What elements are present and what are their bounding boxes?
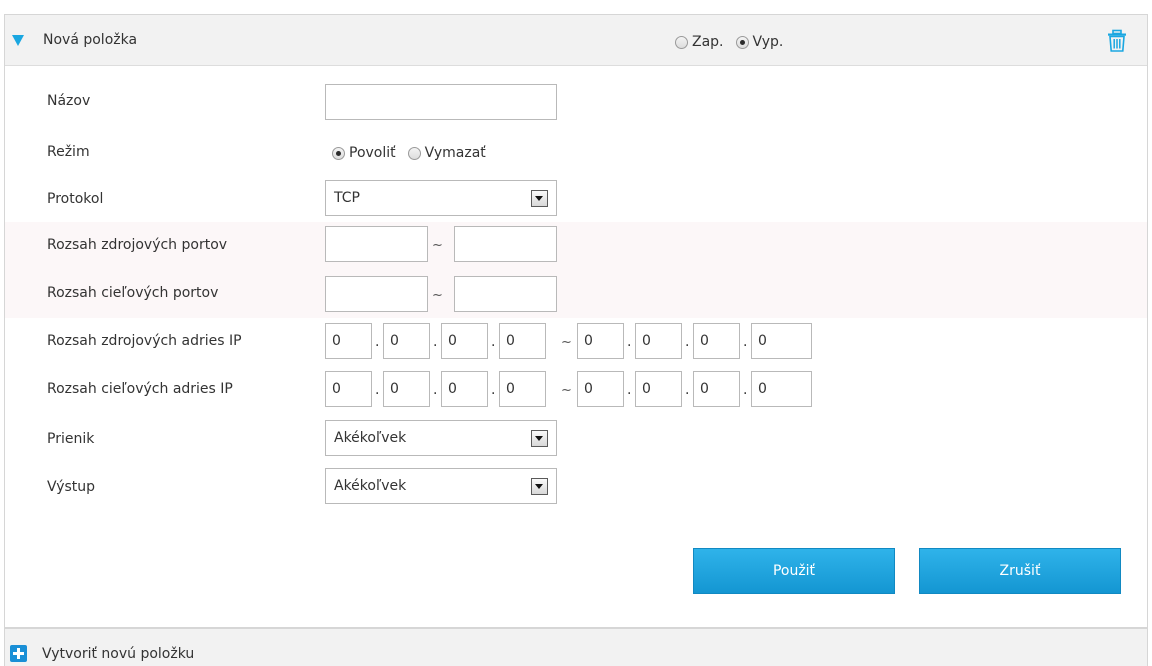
ip-dot: . — [627, 334, 632, 350]
dst-ip-to-octet-2[interactable] — [635, 371, 682, 407]
mode-allow-label: Povoliť — [349, 145, 396, 161]
src-ports-row: Rozsah zdrojových portov ~ — [5, 222, 1147, 270]
src-ports-sep: ~ — [432, 238, 443, 253]
src-ip-to-octet-1[interactable] — [577, 323, 624, 359]
src-port-from-input[interactable] — [325, 226, 428, 262]
mode-delete-radio[interactable] — [407, 146, 421, 160]
dst-ip-label: Rozsah cieľových adries IP — [47, 381, 233, 397]
plus-icon[interactable] — [10, 645, 27, 662]
src-ip-row: Rozsah zdrojových adries IP . . . ~ . . … — [5, 318, 1147, 366]
name-label: Názov — [47, 93, 91, 109]
src-ip-to-octet-4[interactable] — [751, 323, 812, 359]
ip-dot: . — [685, 334, 690, 350]
create-entry-label[interactable]: Vytvoriť novú položku — [42, 646, 194, 662]
protocol-label: Protokol — [47, 191, 104, 207]
dst-ip-to-octet-1[interactable] — [577, 371, 624, 407]
protocol-value: TCP — [334, 190, 360, 206]
src-ip-label: Rozsah zdrojových adries IP — [47, 333, 242, 349]
dst-ip-row: Rozsah cieľových adries IP . . . ~ . . . — [5, 366, 1147, 414]
ip-dot: . — [375, 334, 380, 350]
trash-icon[interactable] — [1106, 29, 1128, 53]
egress-value: Akékoľvek — [334, 478, 407, 494]
status-off-radio[interactable] — [735, 35, 749, 49]
dst-ports-row: Rozsah cieľových portov ~ — [5, 270, 1147, 318]
src-ip-from-octet-2[interactable] — [383, 323, 430, 359]
mode-allow-radio[interactable] — [332, 146, 345, 160]
protocol-select[interactable]: TCP — [325, 180, 557, 216]
status-radio-group: Zap. Vyp. — [675, 34, 795, 50]
ip-dot: . — [433, 334, 438, 350]
create-entry-bar[interactable]: Vytvoriť novú položku — [4, 628, 1148, 666]
status-off-option[interactable]: Vyp. — [735, 34, 784, 50]
chevron-down-icon[interactable] — [531, 190, 548, 207]
status-off-label: Vyp. — [752, 34, 784, 50]
chevron-down-icon[interactable] — [531, 478, 548, 495]
mode-row: Režim Povoliť Vymazať — [5, 129, 1147, 177]
ip-dot: . — [491, 382, 496, 398]
entry-header: Nová položka Zap. Vyp. — [5, 15, 1147, 66]
src-port-to-input[interactable] — [454, 226, 557, 262]
src-ip-to-octet-3[interactable] — [693, 323, 740, 359]
ip-dot: . — [743, 382, 748, 398]
status-on-label: Zap. — [692, 34, 724, 50]
protocol-row: Protokol TCP — [5, 176, 1147, 224]
src-ip-from-octet-4[interactable] — [499, 323, 546, 359]
cancel-button[interactable]: Zrušiť — [919, 548, 1121, 594]
egress-label: Výstup — [47, 479, 96, 495]
dst-ip-from-octet-3[interactable] — [441, 371, 488, 407]
src-ip-from-octet-3[interactable] — [441, 323, 488, 359]
apply-button[interactable]: Použiť — [693, 548, 895, 594]
dst-ip-from-octet-1[interactable] — [325, 371, 372, 407]
name-row: Názov — [5, 78, 1147, 126]
chevron-down-icon[interactable] — [531, 430, 548, 447]
dst-ip-sep: ~ — [561, 383, 572, 398]
dst-ports-sep: ~ — [432, 288, 443, 303]
dst-ports-label: Rozsah cieľových portov — [47, 285, 219, 301]
ingress-value: Akékoľvek — [334, 430, 407, 446]
egress-select[interactable]: Akékoľvek — [325, 468, 557, 504]
mode-label: Režim — [47, 144, 90, 160]
mode-delete-option[interactable]: Vymazať — [407, 145, 486, 161]
src-ports-label: Rozsah zdrojových portov — [47, 237, 228, 253]
src-ip-sep: ~ — [561, 335, 572, 350]
mode-delete-label: Vymazať — [424, 145, 486, 161]
ip-dot: . — [627, 382, 632, 398]
dst-ip-to-octet-3[interactable] — [693, 371, 740, 407]
dst-ip-from-octet-4[interactable] — [499, 371, 546, 407]
triangle-down-icon[interactable] — [12, 35, 24, 46]
src-ip-to-octet-2[interactable] — [635, 323, 682, 359]
entry-panel: Nová položka Zap. Vyp. Názov Režim Povol… — [4, 14, 1148, 628]
dst-port-to-input[interactable] — [454, 276, 557, 312]
egress-row: Výstup Akékoľvek — [5, 464, 1147, 512]
ingress-label: Prienik — [47, 431, 95, 447]
mode-allow-option[interactable]: Povoliť — [332, 145, 396, 161]
src-ip-from-octet-1[interactable] — [325, 323, 372, 359]
dst-port-from-input[interactable] — [325, 276, 428, 312]
ingress-select[interactable]: Akékoľvek — [325, 420, 557, 456]
ip-dot: . — [375, 382, 380, 398]
dst-ip-to-octet-4[interactable] — [751, 371, 812, 407]
ip-dot: . — [433, 382, 438, 398]
ingress-row: Prienik Akékoľvek — [5, 416, 1147, 464]
ip-dot: . — [685, 382, 690, 398]
name-input[interactable] — [325, 84, 557, 120]
status-on-radio[interactable] — [675, 35, 688, 49]
ip-dot: . — [743, 334, 748, 350]
ip-dot: . — [491, 334, 496, 350]
status-on-option[interactable]: Zap. — [675, 34, 724, 50]
dst-ip-from-octet-2[interactable] — [383, 371, 430, 407]
mode-radio-group: Povoliť Vymazať — [332, 145, 498, 161]
entry-title: Nová položka — [43, 32, 138, 48]
